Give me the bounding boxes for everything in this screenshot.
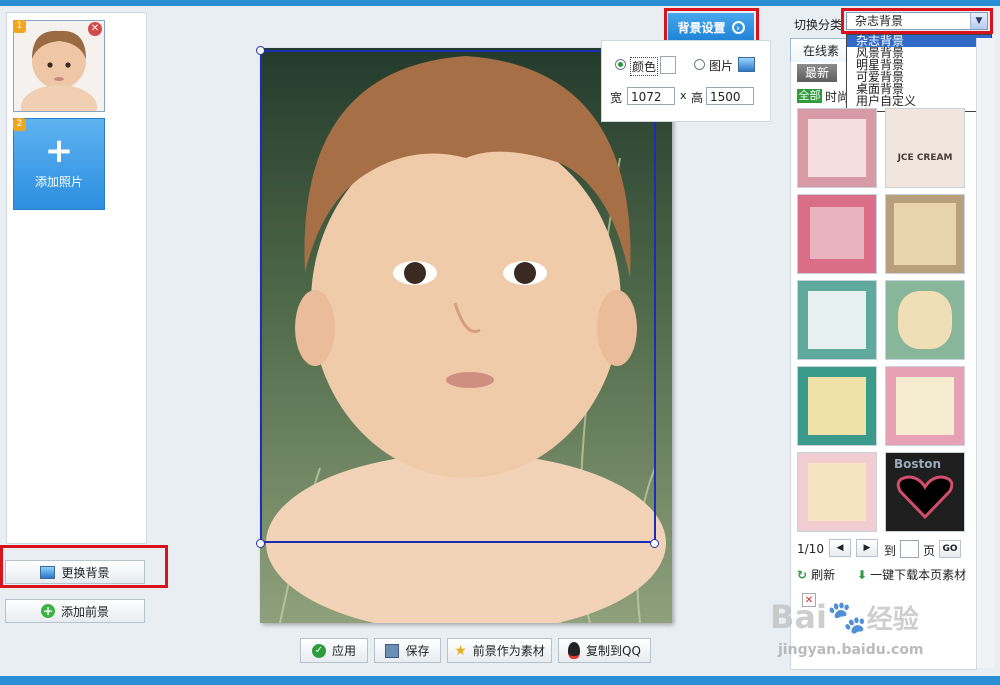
image-option-label[interactable]: 图片: [709, 57, 733, 74]
paw-icon: 🐾: [826, 598, 867, 636]
tile-art: [894, 203, 956, 265]
download-icon: ⬇: [857, 567, 868, 582]
material-tile[interactable]: Boston: [885, 452, 965, 532]
floppy-icon: [385, 643, 400, 658]
tile-caption: Boston: [894, 457, 942, 471]
add-photo-button[interactable]: + 添加照片: [13, 118, 105, 210]
material-tile[interactable]: [885, 280, 965, 360]
vertical-scrollbar[interactable]: [976, 38, 995, 668]
go-button[interactable]: GO: [939, 540, 961, 558]
height-input[interactable]: 1500: [706, 87, 754, 105]
refresh-link[interactable]: ↻ 刷新: [797, 566, 835, 583]
image-picker-icon[interactable]: [738, 57, 755, 72]
photo-number-badge: 1: [13, 20, 26, 33]
save-button[interactable]: 保存: [374, 638, 441, 663]
background-settings-label: 背景设置: [677, 20, 726, 35]
watermark-url: jingyan.baidu.com: [778, 642, 924, 658]
download-page-link[interactable]: ⬇ 一键下载本页素材: [857, 566, 966, 583]
tile-art: [808, 119, 866, 177]
plus-icon: +: [44, 131, 74, 171]
add-foreground-label: 添加前景: [60, 604, 109, 619]
refresh-label: 刷新: [811, 568, 836, 582]
arrow-right-circle-icon: ›: [731, 20, 745, 34]
watermark-logo: Bai🐾经验: [770, 598, 919, 636]
heart-icon: [896, 475, 954, 520]
latest-button[interactable]: 最新: [797, 64, 837, 82]
apply-label: 应用: [331, 644, 356, 658]
resize-handle-bottom-left[interactable]: [256, 539, 265, 548]
copy-to-qq-label: 复制到QQ: [586, 644, 641, 658]
triangle-right-icon: ▶: [863, 543, 871, 553]
tile-art: [808, 291, 866, 349]
material-tile[interactable]: [797, 452, 877, 532]
add-number-badge: 2: [13, 118, 26, 131]
resize-handle-bottom-right[interactable]: [650, 539, 659, 548]
color-option-label[interactable]: 颜色: [630, 57, 659, 76]
background-settings-button[interactable]: 背景设置 ›: [668, 13, 754, 41]
remove-photo-icon[interactable]: ✕: [88, 22, 102, 36]
bottom-bar: [0, 676, 1000, 685]
category-select[interactable]: 杂志背景 ▼: [846, 12, 988, 30]
picture-icon: [40, 565, 56, 579]
qq-penguin-icon: [568, 642, 581, 659]
refresh-icon: ↻: [797, 567, 808, 582]
background-settings-popup: [601, 40, 771, 122]
width-input[interactable]: 1072: [627, 87, 675, 105]
material-tile[interactable]: JCE CREAM: [885, 108, 965, 188]
chevron-down-icon[interactable]: ▼: [970, 13, 987, 29]
download-label: 一键下载本页素材: [870, 568, 967, 582]
material-tile[interactable]: [797, 366, 877, 446]
goto-label: 到: [884, 544, 897, 558]
material-tile[interactable]: [885, 194, 965, 274]
add-foreground-button[interactable]: + 添加前景: [5, 599, 145, 623]
tab-online-material[interactable]: 在线素: [790, 38, 852, 62]
material-tile[interactable]: [797, 108, 877, 188]
image-radio[interactable]: [694, 59, 705, 70]
add-photo-label: 添加照片: [34, 175, 83, 189]
change-background-label: 更换背景: [61, 565, 110, 580]
page-label: 页: [923, 544, 936, 558]
prev-page-button[interactable]: ◀: [829, 539, 851, 557]
tile-art: [896, 377, 954, 435]
add-circle-icon: +: [40, 604, 55, 618]
material-tile[interactable]: [885, 366, 965, 446]
category-selected-value: 杂志背景: [855, 14, 904, 28]
tag-all[interactable]: 全部: [797, 89, 822, 103]
top-bar: [0, 0, 1000, 6]
check-circle-icon: ✓: [311, 643, 326, 658]
tile-art: [898, 291, 952, 349]
category-dropdown-list: 杂志背景 风景背景 明星背景 可爱背景 桌面背景 用户自定义: [846, 34, 992, 112]
resize-handle-top-left[interactable]: [256, 46, 265, 55]
selection-frame[interactable]: [260, 50, 656, 543]
material-tile[interactable]: [797, 194, 877, 274]
watermark-logo-text: Bai: [770, 598, 827, 636]
width-label: 宽: [610, 91, 623, 105]
height-label: 高: [691, 91, 704, 105]
copy-to-qq-button[interactable]: 复制到QQ: [558, 638, 651, 663]
triangle-left-icon: ◀: [836, 543, 844, 553]
tile-caption: JCE CREAM: [897, 153, 953, 163]
next-page-button[interactable]: ▶: [856, 539, 878, 557]
category-label: 切换分类: [794, 18, 843, 32]
option-custom[interactable]: 用户自定义: [847, 95, 991, 107]
material-tile[interactable]: [797, 280, 877, 360]
apply-button[interactable]: ✓ 应用: [300, 638, 368, 663]
tile-art: [808, 463, 866, 521]
foreground-as-material-button[interactable]: ★ 前景作为素材: [447, 638, 552, 663]
color-radio[interactable]: [615, 59, 626, 70]
foreground-as-material-label: 前景作为素材: [472, 644, 545, 658]
watermark-logo-cn: 经验: [866, 605, 919, 635]
radio-dot-icon: [618, 62, 623, 67]
save-label: 保存: [405, 644, 430, 658]
tile-art: [810, 207, 864, 259]
page-input[interactable]: [900, 540, 919, 558]
change-background-button[interactable]: 更换背景: [5, 560, 145, 584]
times-sign: x: [680, 89, 687, 102]
page-info: 1/10: [797, 542, 824, 556]
star-icon: ★: [454, 642, 467, 659]
color-swatch[interactable]: [660, 56, 676, 74]
tile-art: [808, 377, 866, 435]
